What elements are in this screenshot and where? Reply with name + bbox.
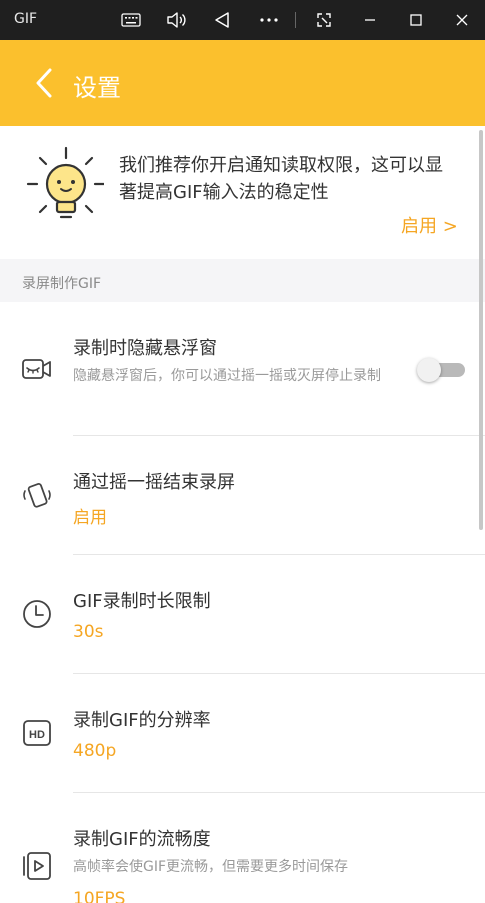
volume-icon [167,12,186,28]
setting-value: 10FPS [73,889,126,903]
scrollbar[interactable] [479,130,483,530]
minimize-icon [365,19,375,21]
setting-description: 隐藏悬浮窗后，你可以通过摇一摇或灭屏停止录制 [73,368,381,384]
clock-icon [22,599,52,629]
setting-duration-limit[interactable]: GIF录制时长限制 30s [0,555,485,674]
video-hidden-icon [22,354,52,384]
setting-title: 录制GIF的分辨率 [73,710,211,731]
setting-title: 录制时隐藏悬浮窗 [73,338,217,359]
close-button[interactable] [450,8,474,32]
titlebar-separator [295,12,296,28]
keyboard-icon [121,13,141,27]
maximize-icon [410,14,422,26]
window-title-bar: GIF [0,0,485,40]
hide-float-toggle[interactable] [417,358,465,382]
hd-icon: HD [22,718,52,748]
app-title: GIF [14,11,38,27]
setting-resolution[interactable]: HD 录制GIF的分辨率 480p [0,674,485,793]
setting-value: 30s [73,622,104,642]
screenshot-button[interactable] [312,8,336,32]
enable-notification-link[interactable]: 启用 > [401,212,458,238]
section-header: 录屏制作GIF [0,259,485,302]
keyboard-button[interactable] [119,8,143,32]
app-bar: 设置 [0,40,485,126]
back-button[interactable] [30,64,58,102]
setting-description: 高帧率会使GIF更流畅，但需要更多时间保存 [73,859,349,875]
close-icon [456,14,468,26]
svg-text:HD: HD [29,729,45,741]
maximize-button[interactable] [404,8,428,32]
toggle-knob [417,358,441,382]
setting-frame-rate[interactable]: 录制GIF的流畅度 高帧率会使GIF更流畅，但需要更多时间保存 10FPS [0,793,485,903]
lightbulb-icon [26,146,104,219]
setting-value: 启用 [73,508,107,528]
shake-phone-icon [22,480,52,510]
screenshot-icon [317,13,331,27]
setting-title: 通过摇一摇结束录屏 [73,472,235,493]
permission-notice: 我们推荐你开启通知读取权限，这可以显著提高GIF输入法的稳定性 启用 > [0,126,485,259]
volume-button[interactable] [165,8,189,32]
setting-shake-stop[interactable]: 通过摇一摇结束录屏 启用 [0,436,485,555]
play-frames-icon [22,851,52,881]
page-title: 设置 [73,74,121,102]
chevron-left-icon [36,68,52,98]
setting-title: GIF录制时长限制 [73,591,211,612]
more-button[interactable] [257,8,281,32]
back-triangle-icon [215,12,229,28]
setting-value: 480p [73,741,117,761]
minimize-button[interactable] [358,8,382,32]
more-icon [260,18,278,22]
nav-back-button[interactable] [210,8,234,32]
setting-hide-float-window[interactable]: 录制时隐藏悬浮窗 隐藏悬浮窗后，你可以通过摇一摇或灭屏停止录制 [0,302,485,436]
notice-text: 我们推荐你开启通知读取权限，这可以显著提高GIF输入法的稳定性 [119,155,443,203]
setting-title: 录制GIF的流畅度 [73,829,211,850]
section-label: 录屏制作GIF [22,276,102,292]
